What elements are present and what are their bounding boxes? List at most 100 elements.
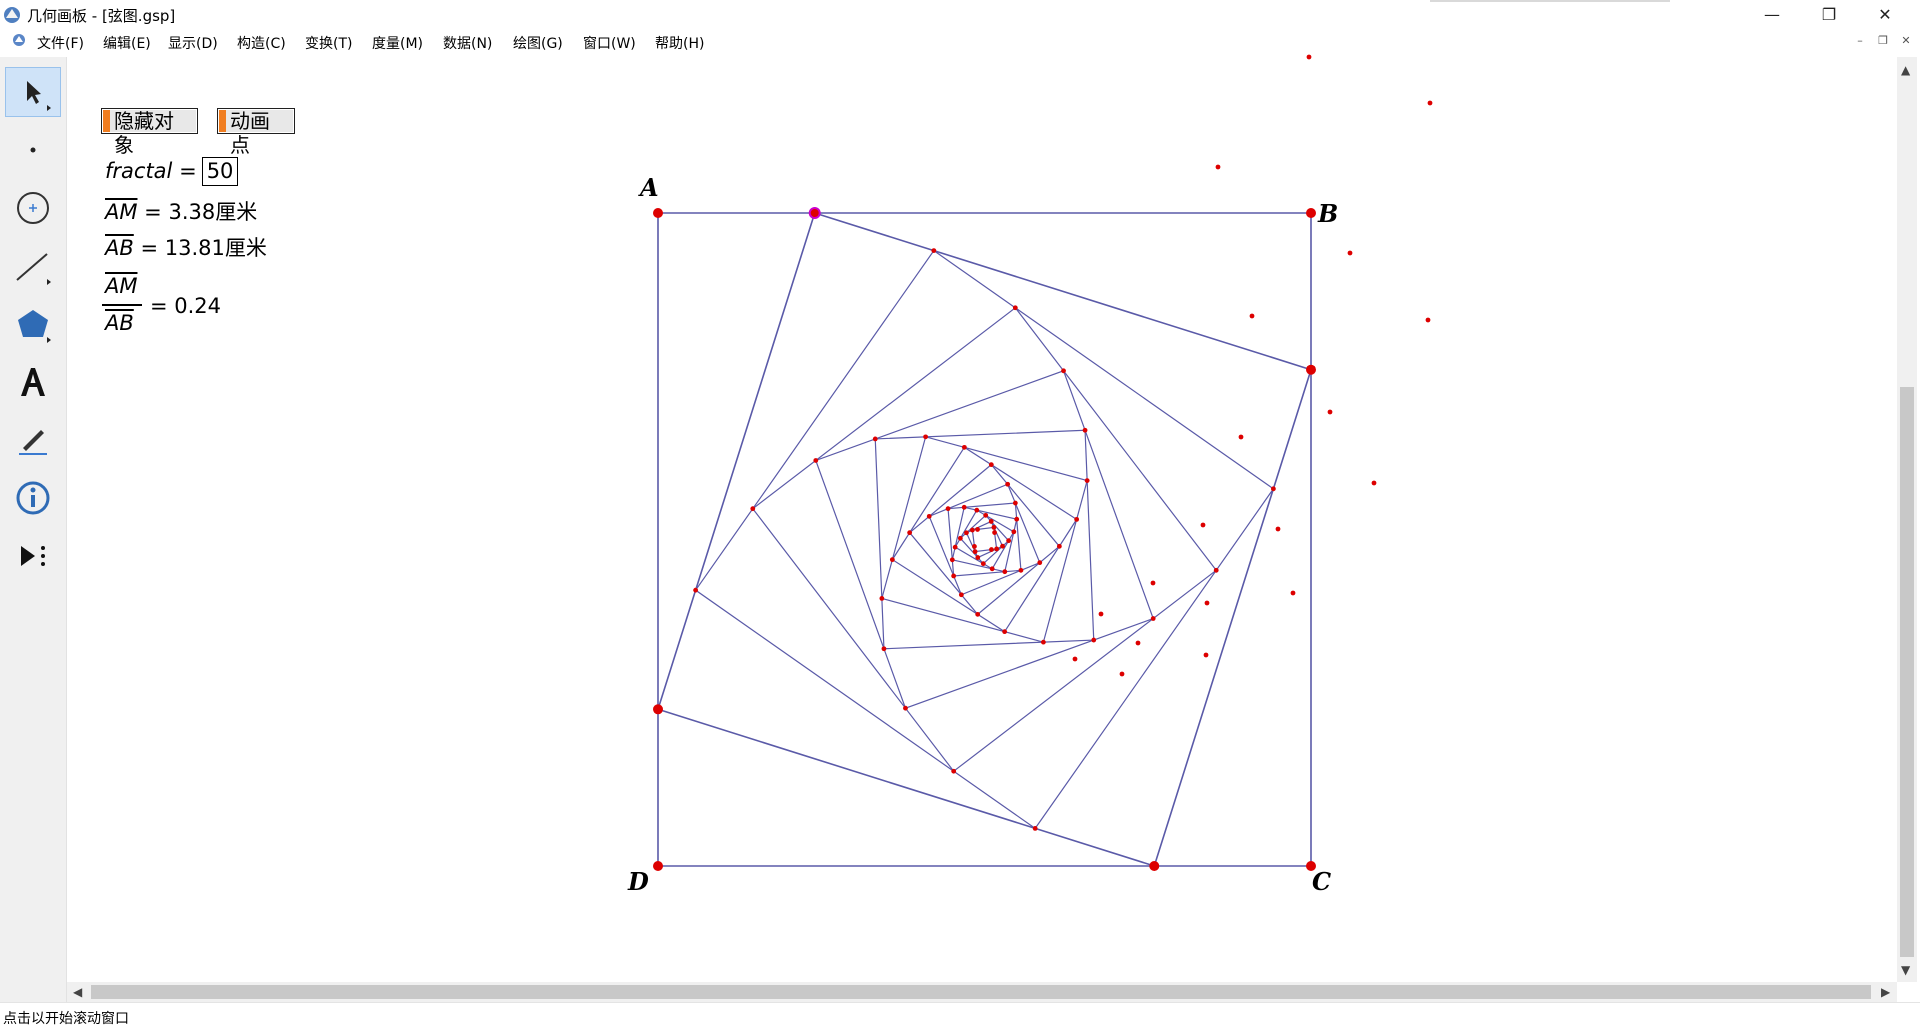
trace-point[interactable] [1290, 590, 1296, 596]
trace-point[interactable] [1072, 656, 1078, 662]
fractal-point[interactable] [931, 248, 937, 254]
fractal-point[interactable] [974, 507, 980, 513]
fractal-point[interactable] [1074, 516, 1080, 522]
fractal-point[interactable] [951, 573, 957, 579]
fractal-point[interactable] [1005, 481, 1011, 487]
fractal-value-box[interactable]: 50 [201, 157, 239, 186]
fractal-point[interactable] [1018, 567, 1024, 573]
trace-point[interactable] [1215, 164, 1221, 170]
fractal-point[interactable] [989, 566, 995, 572]
scroll-down-arrow[interactable]: ▼ [1901, 963, 1910, 977]
trace-point[interactable] [1347, 250, 1353, 256]
fractal-point[interactable] [1002, 569, 1008, 575]
trace-point[interactable] [1249, 313, 1255, 319]
trace-point[interactable] [1119, 671, 1125, 677]
scroll-up-arrow[interactable]: ▲ [1901, 63, 1910, 77]
fractal-point[interactable] [975, 527, 980, 532]
fractal-point[interactable] [957, 535, 963, 541]
fractal-point[interactable] [881, 646, 887, 652]
division-point-bc[interactable] [1306, 364, 1316, 375]
fractal-point[interactable] [903, 705, 908, 711]
label-d[interactable]: D [627, 867, 649, 896]
fractal-point[interactable] [907, 530, 913, 536]
fractal-point[interactable] [1150, 616, 1156, 621]
fractal-point[interactable] [1056, 543, 1062, 549]
fractal-point[interactable] [951, 768, 957, 774]
trace-point[interactable] [1327, 409, 1333, 415]
fractal-point[interactable] [952, 544, 958, 550]
fractal-point[interactable] [889, 557, 895, 563]
fractal-point[interactable] [1084, 478, 1090, 484]
point-d[interactable] [653, 861, 663, 871]
fractal-point[interactable] [1091, 637, 1097, 643]
fractal-point[interactable] [975, 555, 981, 560]
trace-point[interactable] [1098, 611, 1104, 617]
division-point-cd[interactable] [1149, 861, 1160, 871]
fractal-point[interactable] [994, 546, 1000, 552]
vertical-scrollbar[interactable]: ▲ ▼ [1897, 57, 1917, 982]
fractal-point[interactable] [1012, 500, 1018, 506]
fractal-point[interactable] [750, 506, 756, 512]
point-a[interactable] [653, 208, 663, 218]
trace-point[interactable] [1203, 652, 1209, 658]
fractal-point[interactable] [1061, 368, 1066, 374]
fractal-point[interactable] [1011, 529, 1017, 535]
label-c[interactable]: C [1312, 867, 1331, 896]
fractal-point[interactable] [1012, 305, 1018, 311]
trace-point[interactable] [1425, 317, 1431, 323]
division-point-da[interactable] [653, 704, 663, 715]
hide-objects-button[interactable]: 隐藏对象 [101, 108, 198, 157]
fractal-point[interactable] [1037, 560, 1043, 566]
fractal-point[interactable] [1002, 629, 1008, 635]
fractal-point[interactable] [972, 549, 978, 555]
fractal-point[interactable] [949, 557, 955, 563]
fractal-point[interactable] [1014, 516, 1020, 522]
fractal-point[interactable] [958, 592, 964, 598]
trace-point[interactable] [1306, 54, 1312, 60]
trace-point[interactable] [1371, 480, 1377, 486]
geometry-drawing[interactable]: A B C D [0, 0, 1920, 1030]
label-b[interactable]: B [1317, 199, 1338, 228]
fractal-point[interactable] [813, 458, 819, 463]
fractal-point[interactable] [988, 519, 994, 524]
fractal-point[interactable] [1213, 567, 1219, 573]
fractal-point[interactable] [988, 462, 994, 468]
fractal-point[interactable] [989, 547, 994, 552]
fractal-point[interactable] [923, 434, 929, 440]
fractal-point[interactable] [983, 512, 989, 518]
fractal-parameter[interactable]: fractal = 50 [105, 157, 239, 186]
fractal-point[interactable] [961, 504, 967, 510]
scroll-left-arrow[interactable]: ◀ [73, 985, 82, 999]
measurement-am[interactable]: AM = 3.38厘米 [105, 196, 257, 226]
fractal-point[interactable] [1000, 543, 1005, 549]
fractal-point[interactable] [926, 513, 932, 519]
trace-point[interactable] [1204, 600, 1210, 606]
measurement-ab[interactable]: AB = 13.81厘米 [105, 232, 267, 262]
point-b[interactable] [1306, 208, 1316, 218]
fractal-point[interactable] [991, 524, 997, 530]
fractal-point[interactable] [980, 561, 986, 567]
fractal-point[interactable] [1006, 538, 1012, 544]
scroll-right-arrow[interactable]: ▶ [1881, 985, 1890, 999]
trace-point[interactable] [1200, 522, 1206, 528]
point-m[interactable] [808, 207, 821, 219]
horizontal-scroll-thumb[interactable] [91, 985, 1871, 999]
horizontal-scrollbar[interactable]: ◀ ▶ [67, 982, 1897, 1002]
fractal-point[interactable] [879, 595, 885, 601]
trace-point[interactable] [1135, 640, 1141, 646]
trace-point[interactable] [1238, 434, 1244, 440]
fractal-point[interactable] [1032, 825, 1038, 831]
fractal-point[interactable] [693, 587, 699, 593]
fractal-point[interactable] [1040, 639, 1046, 645]
vertical-scroll-thumb[interactable] [1900, 387, 1914, 957]
fractal-point[interactable] [872, 436, 878, 442]
fractal-point[interactable] [975, 611, 981, 617]
vertex-points[interactable] [653, 207, 1316, 871]
fractal-point[interactable] [961, 444, 967, 450]
fractal-point[interactable] [992, 530, 997, 535]
fractal-point[interactable] [1270, 486, 1276, 492]
trace-point[interactable] [1427, 100, 1433, 106]
trace-point[interactable] [1275, 526, 1281, 532]
fractal-point[interactable] [964, 530, 969, 536]
fractal-point[interactable] [972, 544, 977, 549]
